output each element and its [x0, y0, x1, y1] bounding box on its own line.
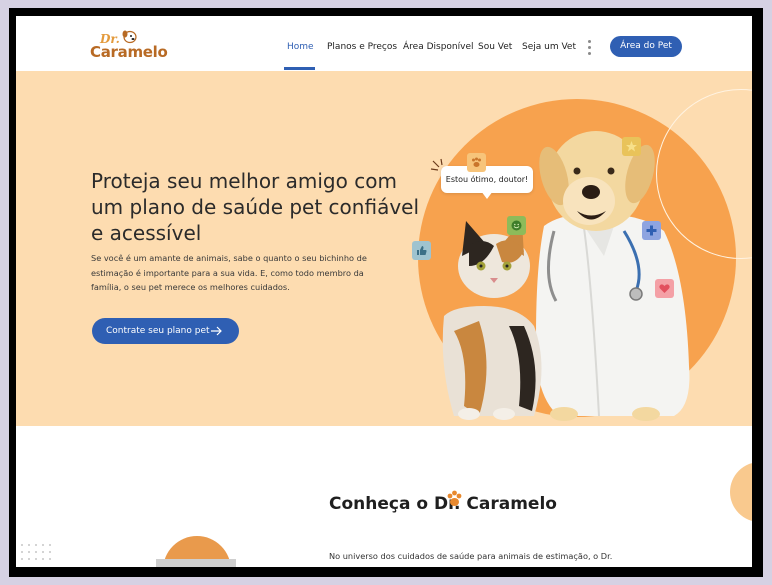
orange-decoration-right [730, 462, 752, 522]
grey-bar-decoration [156, 559, 236, 567]
heart-tile [655, 279, 674, 298]
kebab-menu-icon[interactable] [588, 40, 592, 56]
nav-sou-vet[interactable]: Sou Vet [478, 42, 512, 52]
speech-bubble: Estou ótimo, doutor! [441, 166, 533, 199]
nav-seja-vet[interactable]: Seja um Vet [522, 42, 576, 52]
nav-active-indicator [284, 67, 315, 70]
thumbs-up-icon [417, 246, 427, 255]
area-do-pet-button[interactable]: Área do Pet [610, 36, 682, 57]
contract-plan-button[interactable]: Contrate seu plano pet [92, 318, 239, 344]
nav-planos[interactable]: Planos e Preços [327, 42, 397, 52]
site-header: Dr. Caramelo Home Planos e Preços Área D… [16, 16, 752, 71]
paw-icon [447, 490, 462, 506]
nav-area-disponivel[interactable]: Área Disponível [403, 42, 473, 52]
hero-title: Proteja seu melhor amigo com um plano de… [91, 169, 420, 245]
plus-tile [642, 221, 661, 240]
speech-bubble-tail [481, 191, 493, 199]
smile-icon [511, 220, 522, 231]
hero-section: Proteja seu melhor amigo com um plano de… [16, 71, 752, 426]
logo-name: Caramelo [90, 43, 168, 61]
star-tile [622, 137, 641, 156]
about-title: Conheça o Dr. Caramelo [329, 494, 557, 514]
plus-icon [646, 225, 657, 236]
hero-description: Se você é um amante de animais, sabe o q… [91, 253, 367, 292]
dog-and-cat-illustration [442, 131, 690, 421]
logo[interactable]: Dr. Caramelo [88, 30, 168, 64]
dog-logo-icon [122, 30, 137, 44]
contract-plan-label: Contrate seu plano pet [106, 326, 210, 336]
paw-tile [467, 153, 486, 172]
arrow-right-icon [211, 326, 222, 336]
star-icon [626, 141, 637, 152]
about-description: No universo dos cuidados de saúde para a… [329, 551, 613, 561]
page: Dr. Caramelo Home Planos e Preços Área D… [16, 16, 752, 567]
smile-tile [507, 216, 526, 235]
heart-icon [659, 284, 670, 293]
speech-bubble-text: Estou ótimo, doutor! [445, 175, 529, 184]
dot-grid-decoration [21, 544, 51, 560]
nav-home[interactable]: Home [287, 42, 314, 52]
paw-icon [472, 157, 481, 167]
thumbs-up-tile [412, 241, 431, 260]
